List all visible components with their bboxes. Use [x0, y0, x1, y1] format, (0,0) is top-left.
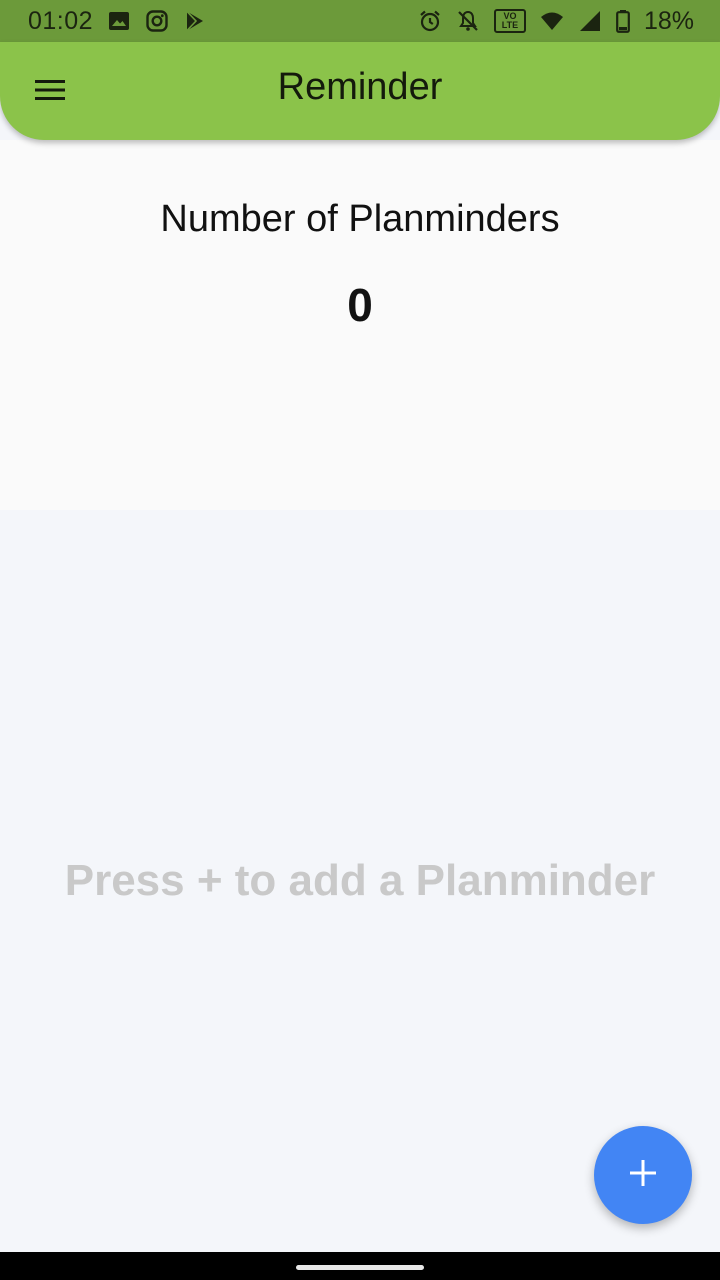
- wifi-icon: [540, 9, 564, 33]
- summary-panel: Number of Planminders 0: [0, 140, 720, 510]
- battery-percent: 18%: [643, 6, 694, 35]
- app-screen: 01:02 VO LTE 18% Reminder Number of Plan…: [0, 0, 720, 1280]
- notifications-off-icon: [456, 9, 480, 33]
- home-indicator[interactable]: [296, 1265, 424, 1270]
- page-title: Reminder: [277, 66, 443, 108]
- volte-bottom-label: LTE: [501, 20, 519, 30]
- signal-icon: [578, 9, 602, 33]
- instagram-icon: [145, 9, 169, 33]
- planminder-count-value: 0: [347, 279, 373, 331]
- battery-icon: [616, 9, 630, 33]
- empty-state-hint: Press + to add a Planminder: [64, 856, 656, 905]
- alarm-icon: [418, 9, 442, 33]
- status-left: 01:02: [28, 7, 207, 36]
- gallery-icon: [107, 9, 131, 33]
- add-icon: [628, 1158, 658, 1193]
- status-right: VO LTE 18%: [418, 7, 694, 36]
- status-time: 01:02: [28, 6, 94, 35]
- navigation-bar: [0, 1252, 720, 1280]
- app-bar: Reminder: [0, 42, 720, 140]
- status-bar: 01:02 VO LTE 18%: [0, 0, 720, 42]
- play-store-icon: [183, 9, 207, 33]
- volte-icon: VO LTE: [493, 9, 526, 33]
- planminder-count-label: Number of Planminders: [160, 198, 560, 240]
- add-planminder-button[interactable]: [594, 1126, 692, 1224]
